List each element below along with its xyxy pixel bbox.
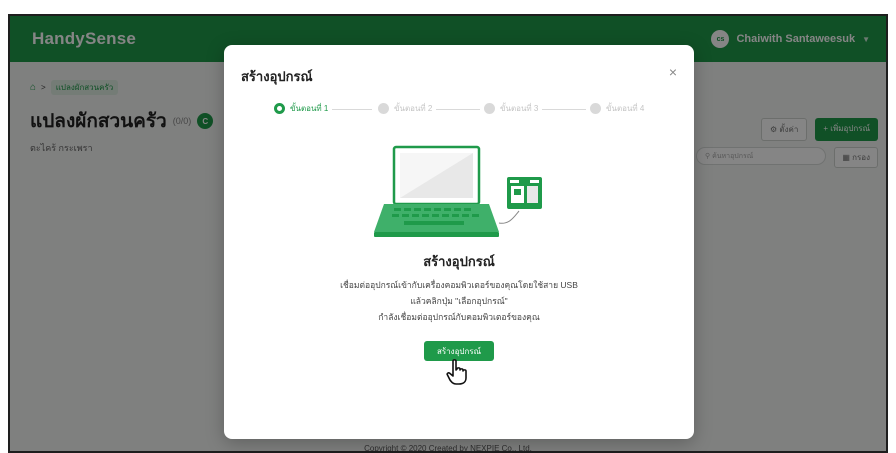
laptop-with-device-illustration xyxy=(374,145,542,237)
step-1: ขั้นตอนที่ 1 xyxy=(274,102,328,115)
hand-pointer-icon xyxy=(446,359,467,385)
description-line: เชื่อมต่ออุปกรณ์เข้ากับเครื่องคอมพิวเตอร… xyxy=(340,280,578,290)
description-line: แล้วคลิกปุ่ม "เลือกอุปกรณ์" xyxy=(410,296,508,306)
step-indicator-icon xyxy=(484,103,495,114)
step-label: ขั้นตอนที่ 2 xyxy=(394,104,433,113)
create-device-modal: สร้างอุปกรณ์ × ขั้นตอนที่ 1 ขั้นตอนที่ 2… xyxy=(224,45,694,439)
step-connector xyxy=(436,109,480,110)
step-indicator-icon xyxy=(378,103,389,114)
step-indicator-icon xyxy=(274,103,285,114)
close-icon[interactable]: × xyxy=(669,64,677,80)
modal-description: เชื่อมต่ออุปกรณ์เข้ากับเครื่องคอมพิวเตอร… xyxy=(224,277,694,325)
step-indicator-icon xyxy=(590,103,601,114)
create-device-button[interactable]: สร้างอุปกรณ์ xyxy=(424,341,494,361)
step-4: ขั้นตอนที่ 4 xyxy=(590,102,644,115)
step-3: ขั้นตอนที่ 3 xyxy=(484,102,538,115)
stepper: ขั้นตอนที่ 1 ขั้นตอนที่ 2 ขั้นตอนที่ 3 ข… xyxy=(274,102,654,118)
step-label: ขั้นตอนที่ 3 xyxy=(500,104,539,113)
modal-heading: สร้างอุปกรณ์ xyxy=(423,254,495,269)
step-label: ขั้นตอนที่ 4 xyxy=(606,104,645,113)
step-connector xyxy=(332,109,372,110)
step-connector xyxy=(542,109,586,110)
step-label: ขั้นตอนที่ 1 xyxy=(290,104,329,113)
modal-title: สร้างอุปกรณ์ xyxy=(241,69,313,84)
description-line: กำลังเชื่อมต่ออุปกรณ์กับคอมพิวเตอร์ของคุ… xyxy=(378,312,540,322)
step-2: ขั้นตอนที่ 2 xyxy=(378,102,432,115)
